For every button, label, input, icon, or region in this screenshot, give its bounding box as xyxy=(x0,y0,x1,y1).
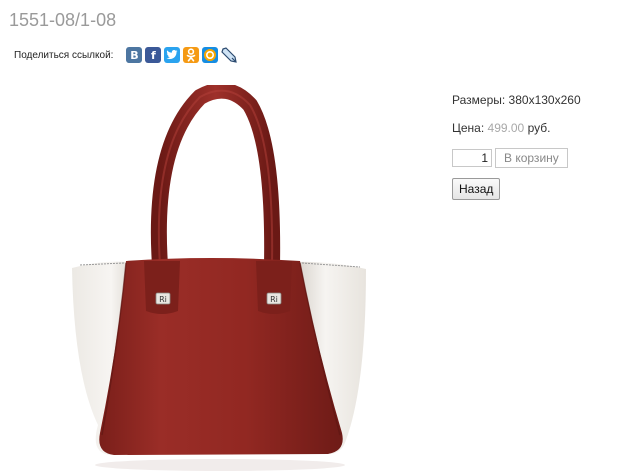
mailru-icon[interactable] xyxy=(202,47,219,63)
add-to-cart-button[interactable]: В корзину xyxy=(495,148,568,168)
size-label: Размеры: xyxy=(452,93,506,107)
quantity-input[interactable] xyxy=(452,149,492,167)
share-label: Поделиться ссылкой: xyxy=(14,49,114,61)
product-image[interactable]: Ri Ri xyxy=(60,85,380,471)
size-row: Размеры: 380х130х260 xyxy=(452,92,581,108)
back-button[interactable]: Назад xyxy=(452,178,501,200)
svg-text:Ri: Ri xyxy=(270,295,278,304)
size-value: 380х130х260 xyxy=(508,93,581,107)
vkontakte-icon[interactable]: B xyxy=(126,47,143,63)
livejournal-icon[interactable] xyxy=(221,47,238,63)
svg-text:Ri: Ri xyxy=(159,295,167,304)
facebook-icon[interactable]: f xyxy=(145,47,162,63)
price-currency: руб. xyxy=(527,121,551,135)
price-label: Цена: xyxy=(452,121,485,135)
share-bar: Поделиться ссылкой: B f xyxy=(14,46,238,64)
price-value: 499.00 xyxy=(487,121,525,135)
share-icons: B f xyxy=(126,47,238,63)
price-row: Цена: 499.00 руб. xyxy=(452,120,581,136)
product-title: 1551-08/1-08 xyxy=(9,10,117,30)
twitter-icon[interactable] xyxy=(164,47,181,63)
product-info: Размеры: 380х130х260 Цена: 499.00 руб. В… xyxy=(452,92,581,200)
add-to-cart-form: В корзину xyxy=(452,148,581,168)
odnoklassniki-icon[interactable] xyxy=(183,47,200,63)
